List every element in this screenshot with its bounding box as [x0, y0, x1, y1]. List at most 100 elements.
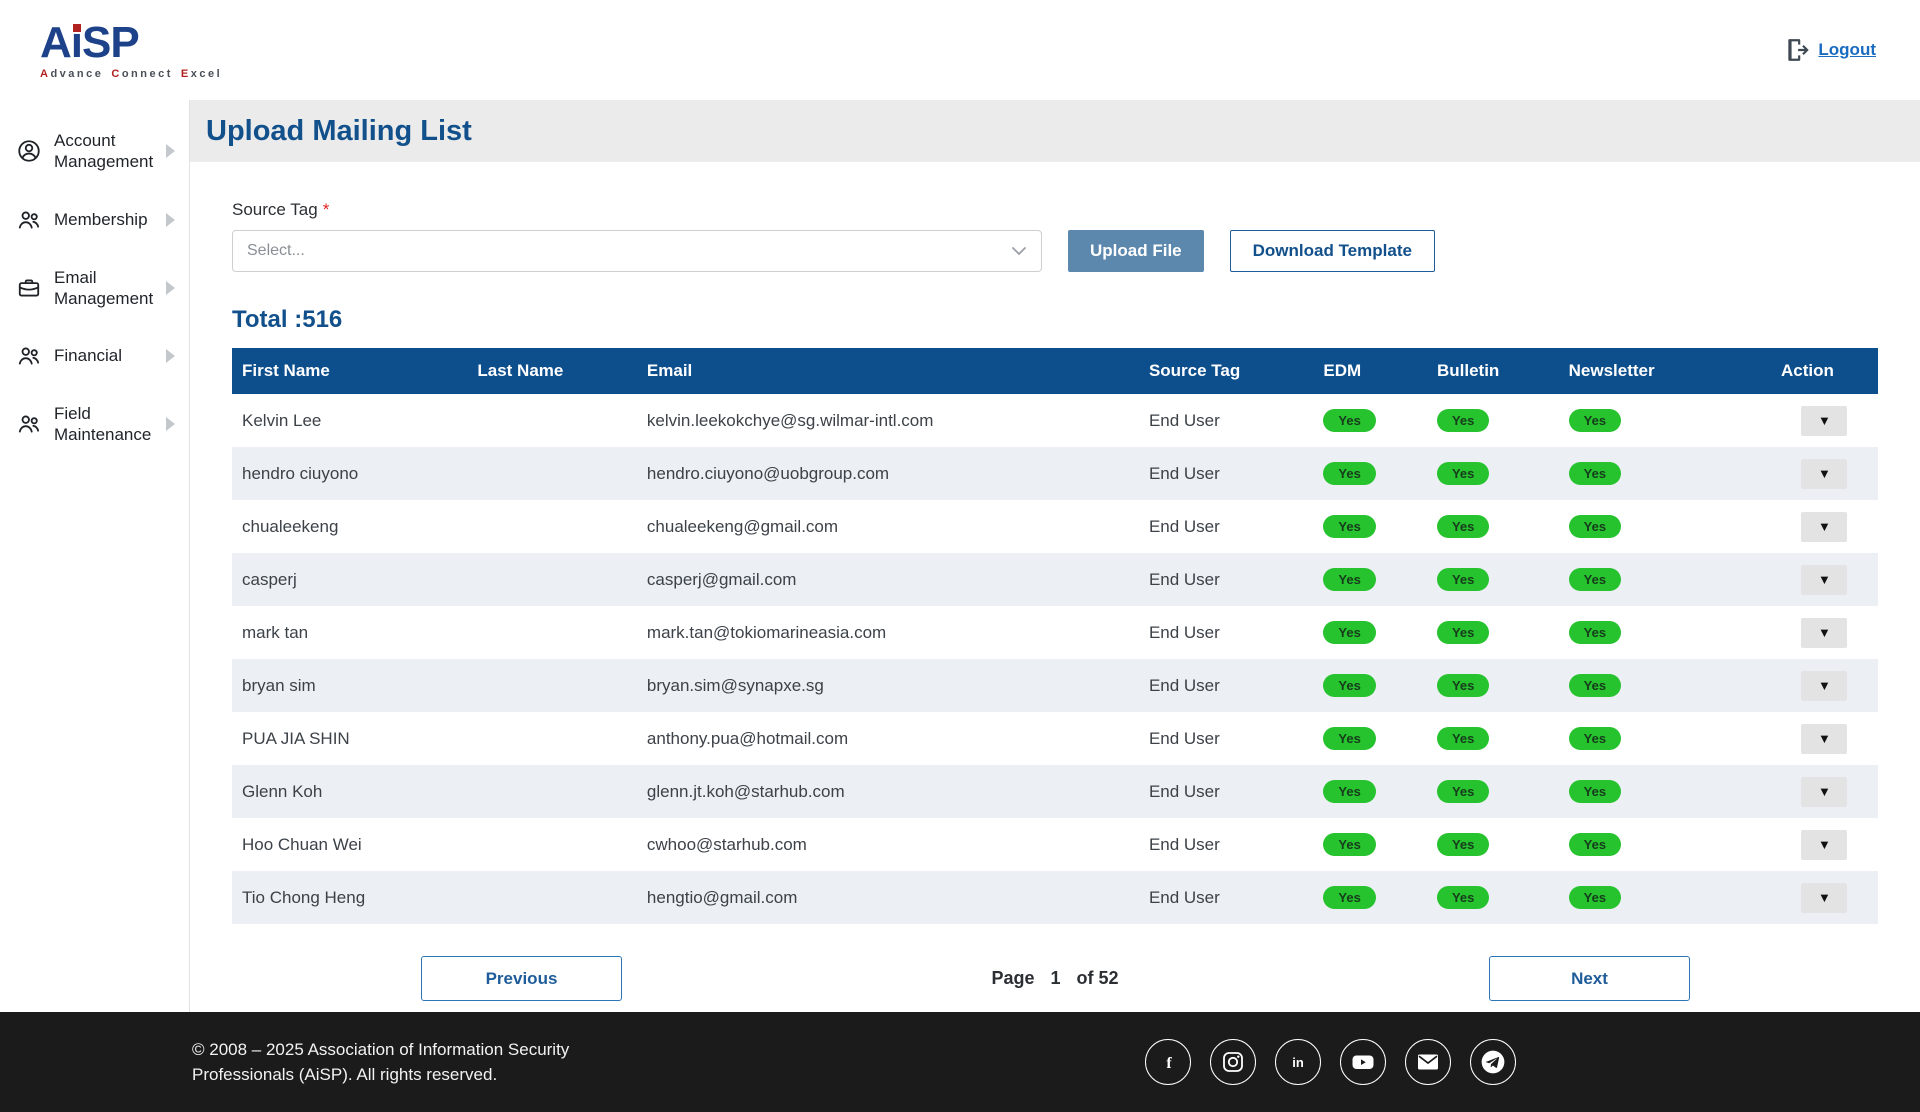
edm-badge: Yes — [1323, 409, 1375, 432]
email-icon[interactable] — [1405, 1039, 1451, 1085]
pagination: Previous Page 1 of 52 Next — [232, 956, 1878, 1002]
caret-down-icon: ▼ — [1818, 519, 1831, 534]
row-action-button[interactable]: ▼ — [1801, 459, 1847, 489]
edm-badge: Yes — [1323, 886, 1375, 909]
row-action-button[interactable]: ▼ — [1801, 671, 1847, 701]
table-row: Tio Chong Heng hengtio@gmail.com End Use… — [232, 871, 1878, 924]
first-name-cell: PUA JIA SHIN — [232, 712, 467, 765]
email-cell: glenn.jt.koh@starhub.com — [637, 765, 1139, 818]
youtube-icon[interactable] — [1340, 1039, 1386, 1085]
source-tag-cell: End User — [1139, 818, 1313, 871]
edm-badge: Yes — [1323, 674, 1375, 697]
newsletter-badge: Yes — [1569, 780, 1621, 803]
email-cell: hengtio@gmail.com — [637, 871, 1139, 924]
required-asterisk: * — [323, 200, 330, 219]
svg-text:in: in — [1292, 1055, 1304, 1070]
newsletter-badge: Yes — [1569, 727, 1621, 750]
select-placeholder: Select... — [247, 242, 305, 260]
col-newsletter: Newsletter — [1559, 348, 1771, 394]
bulletin-badge: Yes — [1437, 515, 1489, 538]
svg-text:f: f — [1166, 1055, 1172, 1072]
row-action-button[interactable]: ▼ — [1801, 724, 1847, 754]
table-row: casperj casperj@gmail.com End User Yes Y… — [232, 553, 1878, 606]
email-cell: kelvin.leekokchye@sg.wilmar-intl.com — [637, 394, 1139, 447]
upload-form-row: Source Tag* Select... Upload File Downlo… — [232, 200, 1878, 272]
chevron-right-icon — [166, 281, 175, 295]
first-name-cell: Tio Chong Heng — [232, 871, 467, 924]
briefcase-icon — [16, 275, 42, 301]
row-action-button[interactable]: ▼ — [1801, 565, 1847, 595]
caret-down-icon: ▼ — [1818, 466, 1831, 481]
newsletter-badge: Yes — [1569, 674, 1621, 697]
email-cell: anthony.pua@hotmail.com — [637, 712, 1139, 765]
bulletin-badge: Yes — [1437, 568, 1489, 591]
row-action-button[interactable]: ▼ — [1801, 512, 1847, 542]
email-cell: mark.tan@tokiomarineasia.com — [637, 606, 1139, 659]
row-action-button[interactable]: ▼ — [1801, 777, 1847, 807]
logout-link[interactable]: Logout — [1784, 37, 1876, 63]
bulletin-badge: Yes — [1437, 674, 1489, 697]
first-name-cell: chualeekeng — [232, 500, 467, 553]
first-name-cell: Kelvin Lee — [232, 394, 467, 447]
last-name-cell — [467, 712, 637, 765]
chevron-down-icon — [1011, 246, 1027, 256]
sidebar-item-email-management[interactable]: Email Management — [16, 267, 175, 310]
last-name-cell — [467, 394, 637, 447]
row-action-button[interactable]: ▼ — [1801, 618, 1847, 648]
table-row: chualeekeng chualeekeng@gmail.com End Us… — [232, 500, 1878, 553]
download-template-button[interactable]: Download Template — [1230, 230, 1435, 272]
newsletter-badge: Yes — [1569, 621, 1621, 644]
app-root: AıSP Advance Connect Excel Logout — [0, 0, 1920, 1112]
caret-down-icon: ▼ — [1818, 731, 1831, 746]
main-content: Upload Mailing List Source Tag* Select..… — [190, 100, 1920, 1012]
sidebar-item-account-management[interactable]: Account Management — [16, 130, 175, 173]
sidebar-item-field-maintenance[interactable]: Field Maintenance — [16, 403, 175, 446]
row-action-button[interactable]: ▼ — [1801, 406, 1847, 436]
instagram-icon[interactable] — [1210, 1039, 1256, 1085]
col-email: Email — [637, 348, 1139, 394]
aisp-logo: AıSP Advance Connect Excel — [40, 21, 222, 80]
newsletter-badge: Yes — [1569, 462, 1621, 485]
last-name-cell — [467, 765, 637, 818]
logo-letters-sp: SP — [82, 21, 139, 65]
edm-badge: Yes — [1323, 515, 1375, 538]
first-name-cell: Hoo Chuan Wei — [232, 818, 467, 871]
sidebar-item-membership[interactable]: Membership — [16, 207, 175, 233]
upload-file-button[interactable]: Upload File — [1068, 230, 1204, 272]
edm-badge: Yes — [1323, 568, 1375, 591]
bulletin-badge: Yes — [1437, 409, 1489, 432]
last-name-cell — [467, 553, 637, 606]
edm-badge: Yes — [1323, 727, 1375, 750]
caret-down-icon: ▼ — [1818, 784, 1831, 799]
newsletter-badge: Yes — [1569, 886, 1621, 909]
row-action-button[interactable]: ▼ — [1801, 883, 1847, 913]
facebook-icon[interactable]: f — [1145, 1039, 1191, 1085]
current-page-number: 1 — [1050, 968, 1060, 989]
edm-badge: Yes — [1323, 833, 1375, 856]
members-icon — [16, 411, 42, 437]
last-name-cell — [467, 871, 637, 924]
col-edm: EDM — [1313, 348, 1427, 394]
source-tag-cell: End User — [1139, 500, 1313, 553]
edm-badge: Yes — [1323, 780, 1375, 803]
source-tag-cell: End User — [1139, 659, 1313, 712]
linkedin-icon[interactable]: in — [1275, 1039, 1321, 1085]
last-name-cell — [467, 447, 637, 500]
table-row: mark tan mark.tan@tokiomarineasia.com En… — [232, 606, 1878, 659]
sidebar: Account Management Membership — [0, 100, 190, 1012]
first-name-cell: bryan sim — [232, 659, 467, 712]
source-tag-select[interactable]: Select... — [232, 230, 1042, 272]
edm-badge: Yes — [1323, 462, 1375, 485]
source-tag-cell: End User — [1139, 447, 1313, 500]
row-action-button[interactable]: ▼ — [1801, 830, 1847, 860]
social-links: f in — [1145, 1039, 1516, 1085]
source-tag-cell: End User — [1139, 871, 1313, 924]
source-tag-cell: End User — [1139, 553, 1313, 606]
telegram-icon[interactable] — [1470, 1039, 1516, 1085]
bulletin-badge: Yes — [1437, 886, 1489, 909]
sidebar-item-financial[interactable]: Financial — [16, 343, 175, 369]
chevron-right-icon — [166, 144, 175, 158]
source-tag-cell: End User — [1139, 606, 1313, 659]
caret-down-icon: ▼ — [1818, 678, 1831, 693]
next-page-button[interactable]: Next — [1489, 956, 1690, 1001]
